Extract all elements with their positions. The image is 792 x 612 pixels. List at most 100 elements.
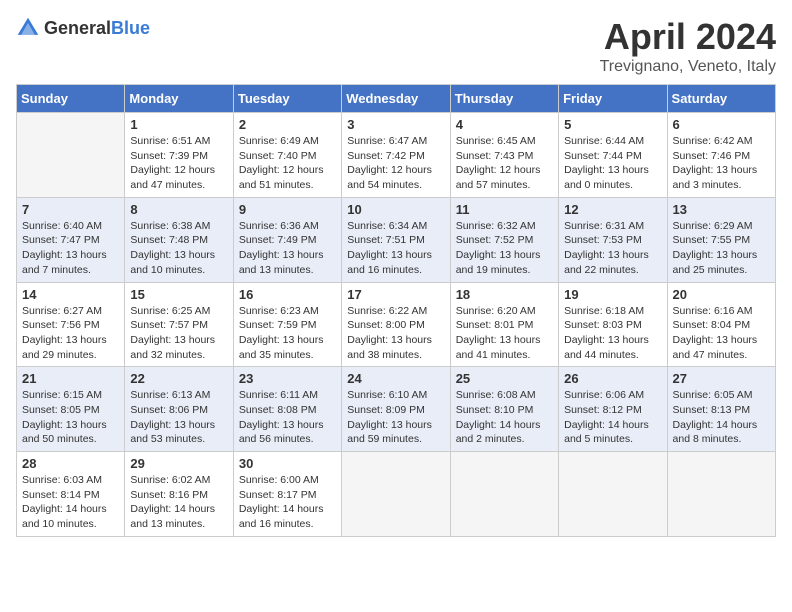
calendar-cell: 19Sunrise: 6:18 AMSunset: 8:03 PMDayligh… — [559, 282, 667, 367]
day-info: Sunrise: 6:08 AMSunset: 8:10 PMDaylight:… — [456, 388, 553, 447]
calendar-cell: 14 Sunrise: 6:27 AMSunset: 7:56 PMDayligh… — [17, 282, 125, 367]
calendar-cell: 25Sunrise: 6:08 AMSunset: 8:10 PMDayligh… — [450, 367, 558, 452]
day-number: 18 — [456, 287, 553, 302]
header-day-friday: Friday — [559, 85, 667, 113]
day-info: Sunrise: 6:27 AMSunset: 7:56 PMDaylight:… — [22, 304, 119, 363]
day-info: Sunrise: 6:31 AMSunset: 7:53 PMDaylight:… — [564, 219, 661, 278]
day-info: Sunrise: 6:45 AMSunset: 7:43 PMDaylight:… — [456, 134, 553, 193]
calendar-cell: 7Sunrise: 6:40 AMSunset: 7:47 PMDaylight… — [17, 197, 125, 282]
day-info: Sunrise: 6:34 AMSunset: 7:51 PMDaylight:… — [347, 219, 444, 278]
calendar-cell: 2Sunrise: 6:49 AMSunset: 7:40 PMDaylight… — [233, 113, 341, 198]
logo-icon — [16, 16, 40, 40]
day-info: Sunrise: 6:00 AMSunset: 8:17 PMDaylight:… — [239, 473, 336, 532]
calendar-cell: 22 Sunrise: 6:13 AMSunset: 8:06 PMDayligh… — [125, 367, 233, 452]
day-number: 20 — [673, 287, 770, 302]
day-number: 5 — [564, 117, 661, 132]
calendar-cell: 5 Sunrise: 6:44 AMSunset: 7:44 PMDaylight… — [559, 113, 667, 198]
header-day-monday: Monday — [125, 85, 233, 113]
calendar-cell — [342, 452, 450, 537]
day-number: 11 — [456, 202, 553, 217]
day-number: 14 — [22, 287, 119, 302]
header-day-sunday: Sunday — [17, 85, 125, 113]
calendar-cell: 28 Sunrise: 6:03 AMSunset: 8:14 PMDayligh… — [17, 452, 125, 537]
day-info: Sunrise: 6:29 AMSunset: 7:55 PMDaylight:… — [673, 219, 770, 278]
day-info: Sunrise: 6:23 AMSunset: 7:59 PMDaylight:… — [239, 304, 336, 363]
day-info: Sunrise: 6:44 AMSunset: 7:44 PMDaylight:… — [564, 134, 661, 193]
day-number: 1 — [130, 117, 227, 132]
calendar-cell — [17, 113, 125, 198]
day-info: Sunrise: 6:42 AMSunset: 7:46 PMDaylight:… — [673, 134, 770, 193]
day-number: 30 — [239, 456, 336, 471]
header-day-wednesday: Wednesday — [342, 85, 450, 113]
month-title: April 2024 — [600, 16, 776, 58]
day-number: 12 — [564, 202, 661, 217]
day-number: 3 — [347, 117, 444, 132]
day-info: Sunrise: 6:05 AMSunset: 8:13 PMDaylight:… — [673, 388, 770, 447]
calendar-cell: 4 Sunrise: 6:45 AMSunset: 7:43 PMDaylight… — [450, 113, 558, 198]
day-info: Sunrise: 6:36 AMSunset: 7:49 PMDaylight:… — [239, 219, 336, 278]
day-info: Sunrise: 6:32 AMSunset: 7:52 PMDaylight:… — [456, 219, 553, 278]
day-number: 13 — [673, 202, 770, 217]
day-number: 8 — [130, 202, 227, 217]
calendar-cell: 11 Sunrise: 6:32 AMSunset: 7:52 PMDayligh… — [450, 197, 558, 282]
day-number: 24 — [347, 371, 444, 386]
week-row-1: 1 Sunrise: 6:51 AMSunset: 7:39 PMDaylight… — [17, 113, 776, 198]
calendar-cell: 16 Sunrise: 6:23 AMSunset: 7:59 PMDayligh… — [233, 282, 341, 367]
location-title: Trevignano, Veneto, Italy — [600, 58, 776, 76]
calendar-cell: 29 Sunrise: 6:02 AMSunset: 8:16 PMDayligh… — [125, 452, 233, 537]
week-row-3: 14 Sunrise: 6:27 AMSunset: 7:56 PMDayligh… — [17, 282, 776, 367]
calendar-cell: 12 Sunrise: 6:31 AMSunset: 7:53 PMDayligh… — [559, 197, 667, 282]
day-info: Sunrise: 6:06 AMSunset: 8:12 PMDaylight:… — [564, 388, 661, 447]
day-number: 15 — [130, 287, 227, 302]
calendar-header: SundayMondayTuesdayWednesdayThursdayFrid… — [17, 85, 776, 113]
day-info: Sunrise: 6:16 AMSunset: 8:04 PMDaylight:… — [673, 304, 770, 363]
calendar-cell: 21Sunrise: 6:15 AMSunset: 8:05 PMDayligh… — [17, 367, 125, 452]
day-info: Sunrise: 6:40 AMSunset: 7:47 PMDaylight:… — [22, 219, 119, 278]
header-day-tuesday: Tuesday — [233, 85, 341, 113]
calendar-cell — [450, 452, 558, 537]
day-info: Sunrise: 6:38 AMSunset: 7:48 PMDaylight:… — [130, 219, 227, 278]
page-header: GeneralBlue April 2024 Trevignano, Venet… — [16, 16, 776, 76]
calendar-cell: 27 Sunrise: 6:05 AMSunset: 8:13 PMDayligh… — [667, 367, 775, 452]
title-area: April 2024 Trevignano, Veneto, Italy — [600, 16, 776, 76]
day-number: 22 — [130, 371, 227, 386]
calendar-cell: 18 Sunrise: 6:20 AMSunset: 8:01 PMDayligh… — [450, 282, 558, 367]
day-number: 28 — [22, 456, 119, 471]
calendar-cell: 20 Sunrise: 6:16 AMSunset: 8:04 PMDayligh… — [667, 282, 775, 367]
calendar-cell: 24 Sunrise: 6:10 AMSunset: 8:09 PMDayligh… — [342, 367, 450, 452]
day-info: Sunrise: 6:13 AMSunset: 8:06 PMDaylight:… — [130, 388, 227, 447]
calendar-cell: 15 Sunrise: 6:25 AMSunset: 7:57 PMDayligh… — [125, 282, 233, 367]
week-row-2: 7Sunrise: 6:40 AMSunset: 7:47 PMDaylight… — [17, 197, 776, 282]
day-number: 9 — [239, 202, 336, 217]
day-number: 21 — [22, 371, 119, 386]
calendar-cell: 1 Sunrise: 6:51 AMSunset: 7:39 PMDaylight… — [125, 113, 233, 198]
day-number: 23 — [239, 371, 336, 386]
calendar-cell: 6Sunrise: 6:42 AMSunset: 7:46 PMDaylight… — [667, 113, 775, 198]
calendar-body: 1 Sunrise: 6:51 AMSunset: 7:39 PMDaylight… — [17, 113, 776, 537]
day-info: Sunrise: 6:20 AMSunset: 8:01 PMDaylight:… — [456, 304, 553, 363]
logo: GeneralBlue — [16, 16, 150, 40]
day-info: Sunrise: 6:10 AMSunset: 8:09 PMDaylight:… — [347, 388, 444, 447]
day-number: 26 — [564, 371, 661, 386]
calendar-cell: 10 Sunrise: 6:34 AMSunset: 7:51 PMDayligh… — [342, 197, 450, 282]
day-number: 10 — [347, 202, 444, 217]
day-number: 16 — [239, 287, 336, 302]
day-number: 17 — [347, 287, 444, 302]
day-info: Sunrise: 6:02 AMSunset: 8:16 PMDaylight:… — [130, 473, 227, 532]
day-info: Sunrise: 6:03 AMSunset: 8:14 PMDaylight:… — [22, 473, 119, 532]
calendar-cell: 30 Sunrise: 6:00 AMSunset: 8:17 PMDayligh… — [233, 452, 341, 537]
day-info: Sunrise: 6:25 AMSunset: 7:57 PMDaylight:… — [130, 304, 227, 363]
header-day-thursday: Thursday — [450, 85, 558, 113]
day-number: 19 — [564, 287, 661, 302]
calendar-cell: 17Sunrise: 6:22 AMSunset: 8:00 PMDayligh… — [342, 282, 450, 367]
day-number: 27 — [673, 371, 770, 386]
day-number: 2 — [239, 117, 336, 132]
calendar-cell: 8 Sunrise: 6:38 AMSunset: 7:48 PMDaylight… — [125, 197, 233, 282]
day-number: 29 — [130, 456, 227, 471]
calendar-cell: 23Sunrise: 6:11 AMSunset: 8:08 PMDayligh… — [233, 367, 341, 452]
calendar-cell: 9 Sunrise: 6:36 AMSunset: 7:49 PMDaylight… — [233, 197, 341, 282]
day-info: Sunrise: 6:51 AMSunset: 7:39 PMDaylight:… — [130, 134, 227, 193]
header-row: SundayMondayTuesdayWednesdayThursdayFrid… — [17, 85, 776, 113]
calendar-cell: 26 Sunrise: 6:06 AMSunset: 8:12 PMDayligh… — [559, 367, 667, 452]
day-number: 4 — [456, 117, 553, 132]
